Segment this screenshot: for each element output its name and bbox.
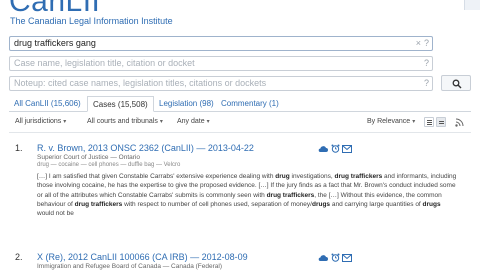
result-number: 2. <box>15 252 23 262</box>
noteup-input[interactable]: Noteup: cited case names, legislation ti… <box>9 76 433 91</box>
site-subtitle: The Canadian Legal Information Institute <box>10 16 173 26</box>
date-dropdown-label: Any date <box>177 118 205 125</box>
clear-icon[interactable]: × <box>416 37 421 50</box>
caret-down-icon: ▾ <box>412 119 416 125</box>
help-icon[interactable]: ? <box>424 77 429 90</box>
result-actions <box>318 253 358 262</box>
case-name-placeholder: Case name, legislation title, citation o… <box>14 58 195 68</box>
search-icon <box>452 79 462 89</box>
jurisdiction-dropdown-label: All jurisdictions <box>15 118 62 125</box>
highlighted-term: drug <box>275 173 290 180</box>
noteup-placeholder: Noteup: cited case names, legislation ti… <box>14 78 267 88</box>
result-keywords: drug — cocaine — cell phones — duffle ba… <box>37 162 181 168</box>
case-name-input[interactable]: Case name, legislation title, citation o… <box>9 56 433 71</box>
result-number: 1. <box>15 143 23 153</box>
highlighted-term: drug traffickers <box>334 173 383 180</box>
result-court: Superior Court of Justice — Ontario <box>37 154 140 161</box>
snippet-text: with respect to number of cell phones us… <box>122 200 312 208</box>
compact-view-icon[interactable] <box>436 117 446 127</box>
search-result: 1. R. v. Brown, 2013 ONSC 2362 (CanLII) … <box>15 143 465 241</box>
text-search-value: drug traffickers gang <box>14 38 96 48</box>
courts-dropdown-label: All courts and tribunals <box>87 118 158 125</box>
caret-down-icon: ▾ <box>206 119 210 125</box>
snippet-text: would not be <box>37 210 74 218</box>
result-title-link[interactable]: R. v. Brown, 2013 ONSC 2362 (CanLII) — 2… <box>37 143 254 153</box>
header-corner-control[interactable] <box>464 0 480 10</box>
date-dropdown[interactable]: Any date ▾ <box>177 116 210 128</box>
result-snippet: […] I am satisfied that given Constable … <box>37 172 457 218</box>
envelope-icon[interactable] <box>342 145 352 153</box>
alarm-clock-icon[interactable] <box>331 253 340 262</box>
tab-all-canlii[interactable]: All CanLII (15,606) <box>9 96 86 112</box>
result-actions <box>318 144 358 153</box>
result-tabs: All CanLII (15,606) Cases (15,508) Legis… <box>9 96 471 112</box>
help-icon[interactable]: ? <box>424 37 429 50</box>
cloud-icon[interactable] <box>318 254 328 262</box>
snippet-text: and carrying large quantities of <box>330 200 423 208</box>
caret-down-icon: ▾ <box>63 119 67 125</box>
rss-icon[interactable] <box>455 118 464 127</box>
caret-down-icon: ▾ <box>159 119 163 125</box>
text-search-input[interactable]: drug traffickers gang × ? <box>9 36 433 51</box>
highlighted-term: drug traffickers <box>74 200 123 208</box>
tab-legislation[interactable]: Legislation (98) <box>154 96 219 112</box>
snippet-text: investigations, <box>289 173 335 180</box>
search-button[interactable] <box>441 75 471 91</box>
courts-dropdown[interactable]: All courts and tribunals ▾ <box>87 116 163 128</box>
sort-dropdown-label: By Relevance <box>367 118 411 125</box>
tab-cases[interactable]: Cases (15,508) <box>87 96 154 112</box>
snippet-text: […] I am satisfied that given Constable … <box>37 173 276 180</box>
alarm-clock-icon[interactable] <box>331 144 340 153</box>
highlighted-term: drugs <box>311 200 331 208</box>
canlii-logo[interactable]: CanLII <box>9 0 100 17</box>
result-court: Immigration and Refugee Board of Canada … <box>37 263 222 270</box>
envelope-icon[interactable] <box>342 254 352 262</box>
cloud-icon[interactable] <box>318 145 328 153</box>
result-title-link[interactable]: X (Re), 2012 CanLII 100066 (CA IRB) — 20… <box>37 252 248 262</box>
sort-dropdown[interactable]: By Relevance ▾ <box>367 116 415 128</box>
tab-commentary[interactable]: Commentary (1) <box>216 96 284 112</box>
site-header: CanLII The Canadian Legal Information In… <box>0 0 480 30</box>
help-icon[interactable]: ? <box>424 57 429 70</box>
divider <box>9 132 471 133</box>
list-view-icon[interactable] <box>424 117 434 127</box>
jurisdiction-dropdown[interactable]: All jurisdictions ▾ <box>15 116 66 128</box>
highlighted-term: drug traffickers <box>266 191 315 199</box>
filter-bar: All jurisdictions ▾ All courts and tribun… <box>9 116 471 128</box>
search-result: 2. X (Re), 2012 CanLII 100066 (CA IRB) —… <box>15 252 465 270</box>
highlighted-term: drugs <box>422 200 441 208</box>
